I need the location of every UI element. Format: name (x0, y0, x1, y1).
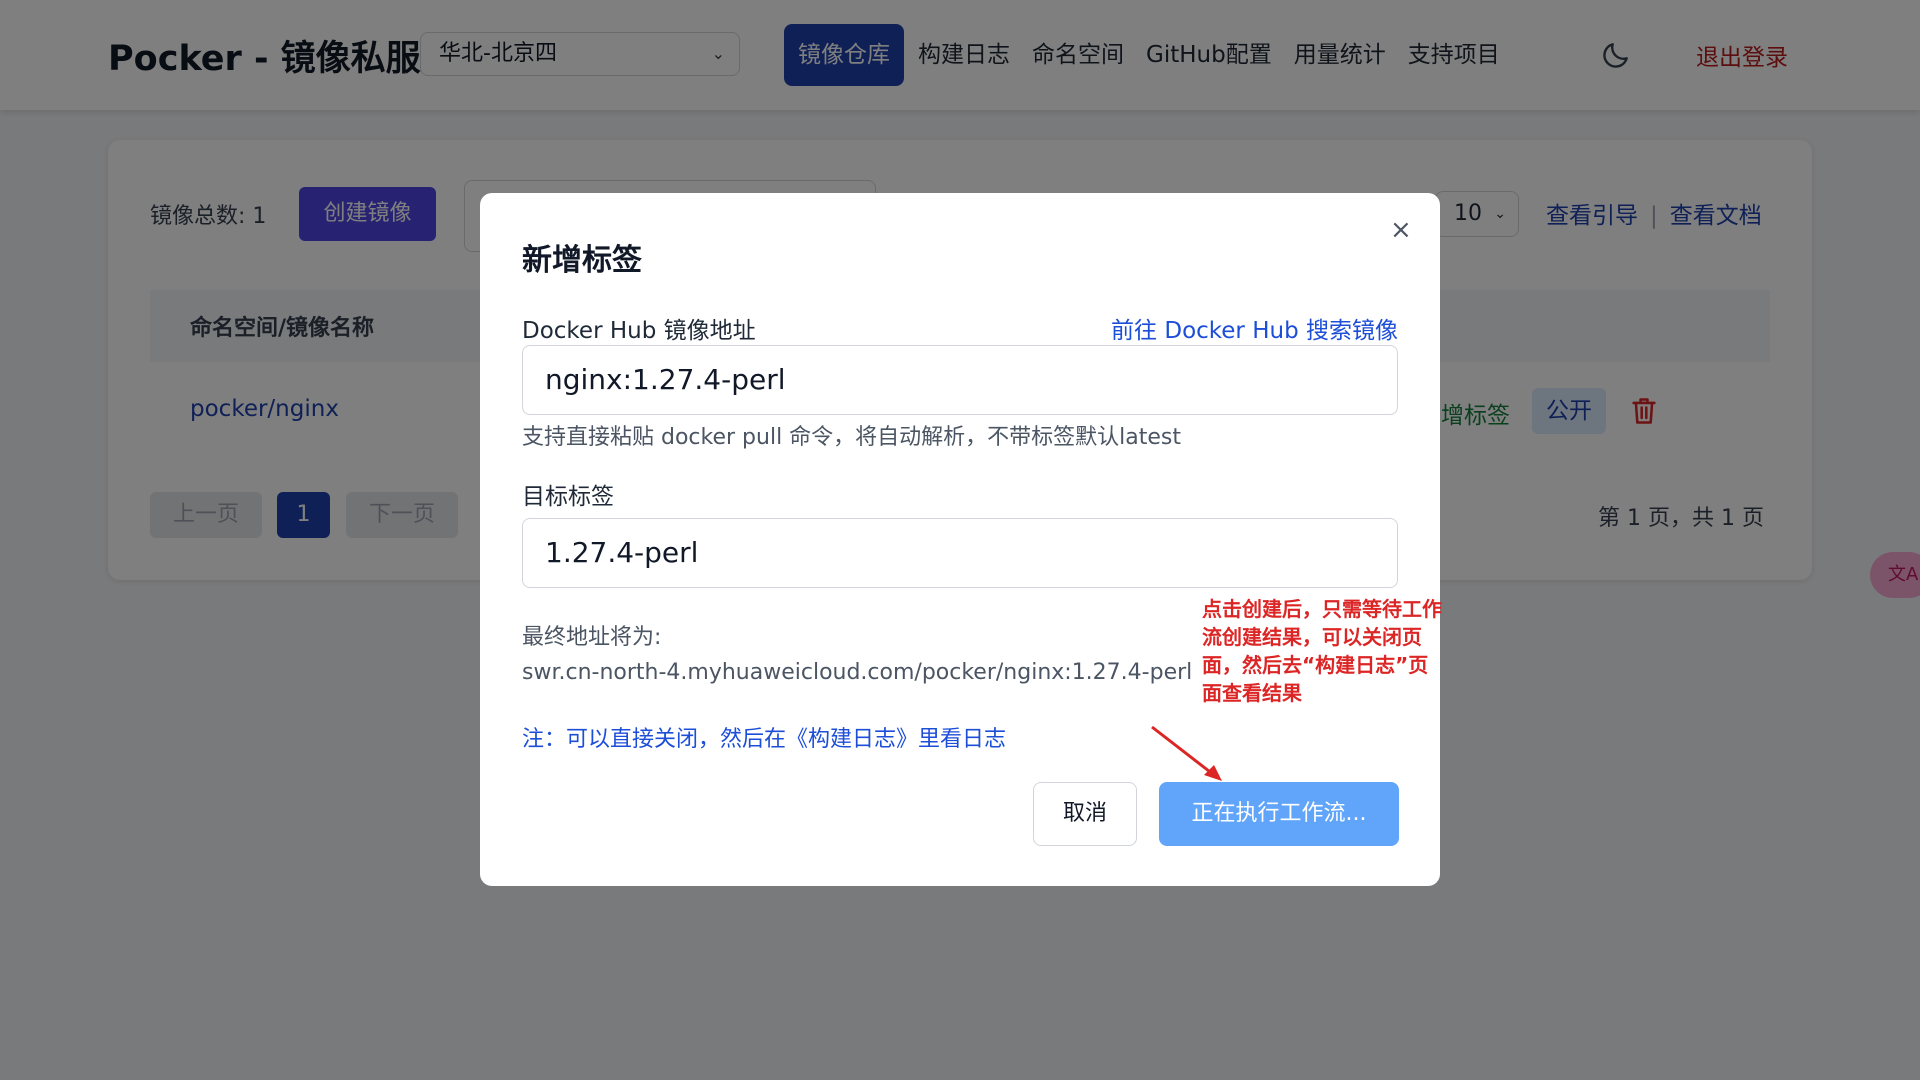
cancel-button[interactable]: 取消 (1033, 782, 1137, 846)
source-image-hint: 支持直接粘贴 docker pull 命令，将自动解析，不带标签默认latest (522, 425, 1182, 450)
annotation-arrow-icon (1151, 725, 1222, 781)
close-icon[interactable]: × (1390, 215, 1412, 245)
docker-hub-search-link[interactable]: 前往 Docker Hub 搜索镜像 (1111, 311, 1398, 345)
target-tag-label: 目标标签 (522, 484, 614, 510)
final-address-value: swr.cn-north-4.myhuaweicloud.com/pocker/… (522, 660, 1193, 685)
final-address-label: 最终地址将为: (522, 625, 662, 650)
source-image-input[interactable]: nginx:1.27.4-perl (522, 345, 1398, 415)
running-workflow-button[interactable]: 正在执行工作流... (1159, 782, 1399, 846)
build-log-note: 注：可以直接关闭，然后在《构建日志》里看日志 (522, 727, 1007, 752)
add-tag-dialog: × 新增标签 Docker Hub 镜像地址 前往 Docker Hub 搜索镜… (480, 193, 1442, 886)
target-tag-input[interactable]: 1.27.4-perl (522, 518, 1398, 588)
source-image-label: Docker Hub 镜像地址 (522, 318, 756, 344)
callout-annotation: 点击创建后，只需等待工作流创建结果，可以关闭页面，然后去“构建日志”页面查看结果 (1202, 597, 1442, 705)
dialog-title: 新增标签 (522, 243, 642, 278)
